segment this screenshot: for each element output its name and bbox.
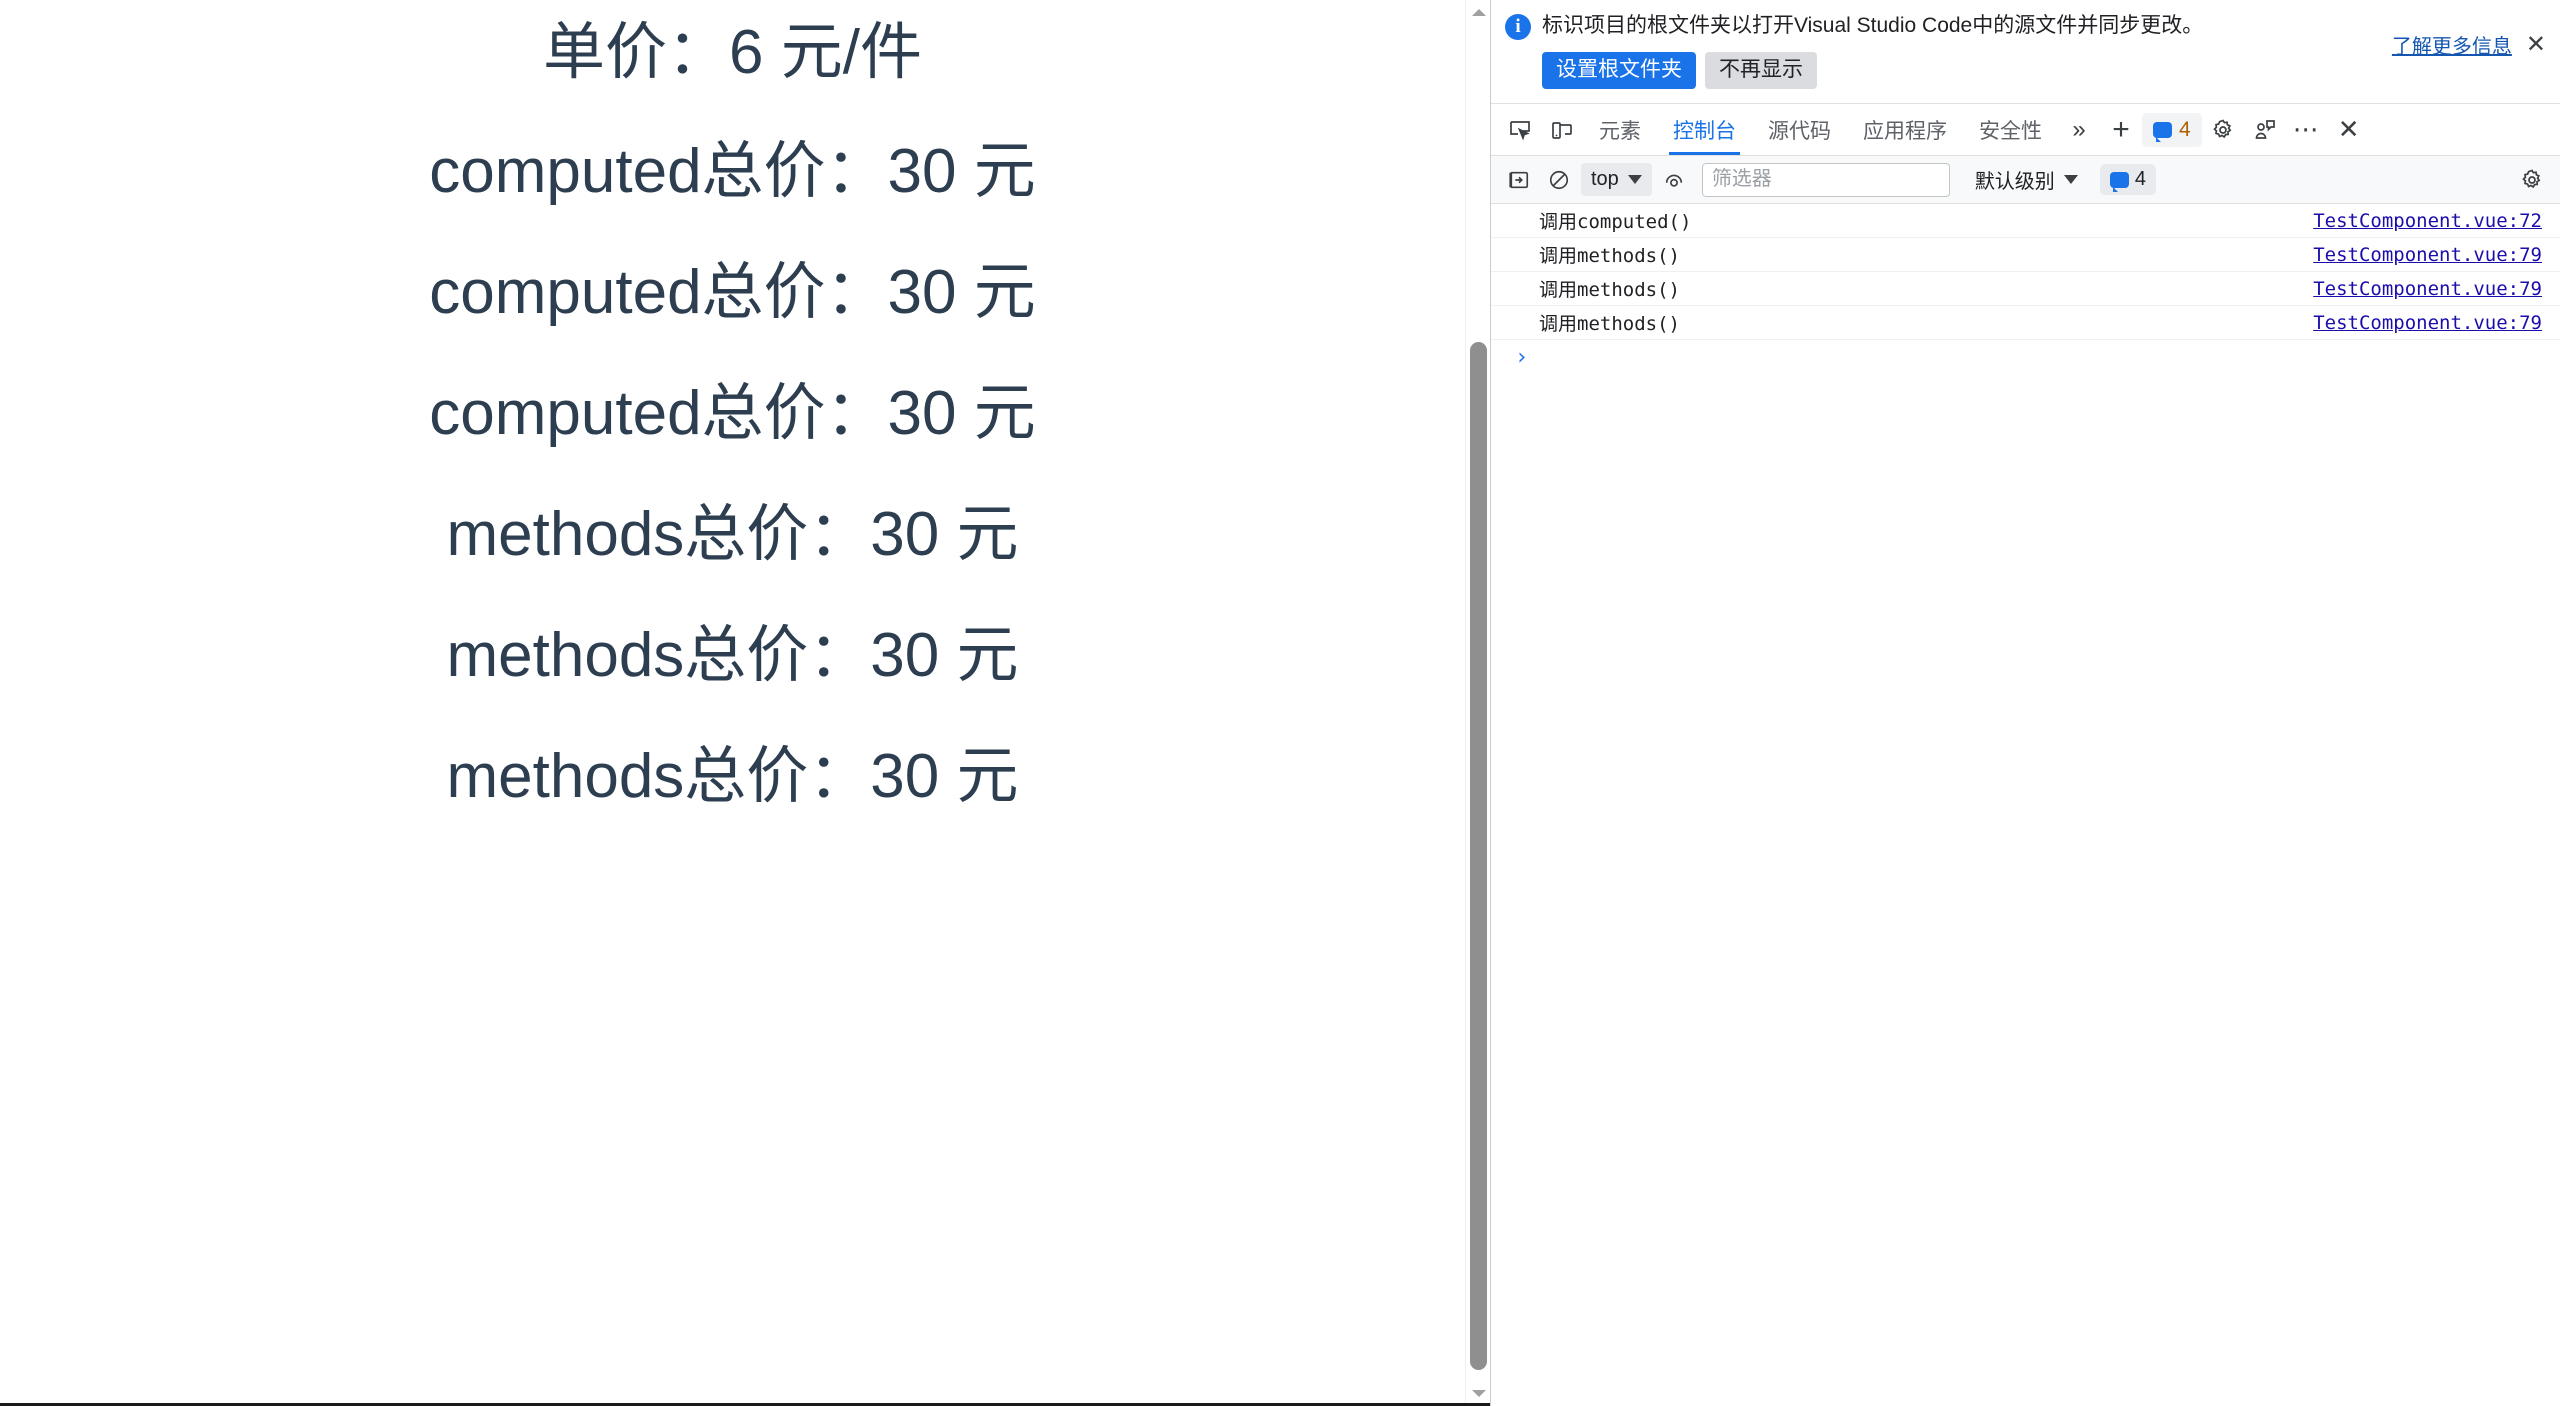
console-settings-gear-icon[interactable]	[2514, 162, 2550, 198]
tab-sources-label: 源代码	[1768, 119, 1831, 143]
console-source-link[interactable]: TestComponent.vue:72	[2313, 210, 2542, 232]
tab-application-label: 应用程序	[1863, 119, 1947, 143]
page-content: 单价：6 元/件 computed总价：30 元 computed总价：30 元…	[0, 0, 1465, 867]
console-row[interactable]: 调用methods() TestComponent.vue:79	[1491, 306, 2560, 341]
page-line-methods-total-2: methods总价：30 元	[446, 621, 1019, 690]
info-icon: i	[1505, 14, 1531, 40]
page-viewport: 单价：6 元/件 computed总价：30 元 computed总价：30 元…	[0, 0, 1490, 1406]
close-icon[interactable]: ✕	[2526, 32, 2546, 57]
more-tabs-icon[interactable]: »	[2058, 109, 2100, 151]
page-line-methods-total-3: methods总价：30 元	[446, 742, 1019, 811]
feedback-icon[interactable]	[2244, 109, 2286, 151]
console-row[interactable]: 调用methods() TestComponent.vue:79	[1491, 272, 2560, 307]
message-count: 4	[2179, 117, 2191, 141]
speech-bubble-icon	[2109, 171, 2129, 192]
devtools-panel: i 标识项目的根文件夹以打开Visual Studio Code中的源文件并同步…	[1490, 0, 2560, 1406]
chevron-down-icon	[1627, 175, 1642, 185]
chevron-down-icon	[2063, 175, 2078, 185]
console-input-prompt[interactable]: ›	[1491, 340, 2560, 374]
inspect-element-icon[interactable]	[1499, 109, 1541, 151]
clear-console-icon[interactable]	[1541, 162, 1577, 198]
message-count-badge[interactable]: 4	[2142, 112, 2202, 147]
page-line-computed-total-3: computed总价：30 元	[429, 379, 1036, 448]
tab-elements-label: 元素	[1599, 119, 1641, 143]
prompt-chevron-icon: ›	[1515, 344, 1529, 370]
scroll-up-arrow-icon[interactable]	[1466, 0, 1490, 25]
close-devtools-icon[interactable]: ✕	[2328, 109, 2370, 151]
console-source-link[interactable]: TestComponent.vue:79	[2313, 278, 2542, 300]
add-tab-icon[interactable]: +	[2100, 109, 2142, 151]
page-line-unit-price: 单价：6 元/件	[543, 18, 922, 87]
tab-console-label: 控制台	[1673, 119, 1736, 143]
console-message-text: 调用methods()	[1539, 279, 1680, 302]
page-line-computed-total-1: computed总价：30 元	[429, 137, 1036, 206]
learn-more-link[interactable]: 了解更多信息	[2392, 30, 2512, 59]
console-message-list[interactable]: 调用computed() TestComponent.vue:72 调用meth…	[1491, 204, 2560, 1406]
device-toolbar-icon[interactable]	[1541, 109, 1583, 151]
more-options-icon[interactable]: ⋯	[2286, 109, 2328, 151]
devtools-tabbar: 元素 控制台 源代码 应用程序 安全性 » + 4 ⋯ ✕	[1491, 104, 2560, 157]
scroll-down-arrow-icon[interactable]	[1466, 1381, 1490, 1403]
console-filter-input[interactable]	[1701, 162, 1950, 197]
page-vertical-scrollbar[interactable]	[1465, 0, 1490, 1403]
dont-show-again-button[interactable]: 不再显示	[1705, 52, 1817, 90]
console-message-text: 调用methods()	[1539, 245, 1680, 268]
console-source-link[interactable]: TestComponent.vue:79	[2313, 312, 2542, 334]
console-message-text: 调用methods()	[1539, 313, 1680, 336]
live-expression-eye-icon[interactable]	[1656, 162, 1692, 198]
log-level-dropdown[interactable]: 默认级别	[1965, 160, 2088, 199]
console-source-link[interactable]: TestComponent.vue:79	[2313, 244, 2542, 266]
console-message-count-badge[interactable]: 4	[2099, 164, 2156, 196]
console-row[interactable]: 调用methods() TestComponent.vue:79	[1491, 238, 2560, 273]
execution-context-label: top	[1591, 168, 1619, 191]
set-root-folder-button[interactable]: 设置根文件夹	[1542, 52, 1696, 90]
tab-application[interactable]: 应用程序	[1847, 104, 1963, 155]
settings-gear-icon[interactable]	[2202, 109, 2244, 151]
console-toolbar: top 默认级别 4	[1491, 156, 2560, 205]
tab-console[interactable]: 控制台	[1657, 104, 1752, 156]
page-line-computed-total-2: computed总价：30 元	[429, 258, 1036, 327]
console-row[interactable]: 调用computed() TestComponent.vue:72	[1491, 204, 2560, 239]
tab-security-label: 安全性	[1979, 119, 2042, 143]
speech-bubble-icon	[2153, 121, 2172, 142]
console-sidebar-toggle-icon[interactable]	[1501, 162, 1537, 198]
tab-sources[interactable]: 源代码	[1752, 104, 1847, 155]
log-level-label: 默认级别	[1974, 171, 2055, 194]
execution-context-dropdown[interactable]: top	[1581, 163, 1652, 197]
tab-security[interactable]: 安全性	[1963, 104, 2058, 155]
page-line-methods-total-1: methods总价：30 元	[446, 500, 1019, 569]
vscode-notification-bar: i 标识项目的根文件夹以打开Visual Studio Code中的源文件并同步…	[1491, 0, 2560, 105]
tab-elements[interactable]: 元素	[1583, 104, 1657, 155]
console-message-text: 调用computed()	[1539, 211, 1692, 234]
scrollbar-thumb[interactable]	[1470, 342, 1487, 1370]
console-message-count: 4	[2134, 168, 2146, 191]
